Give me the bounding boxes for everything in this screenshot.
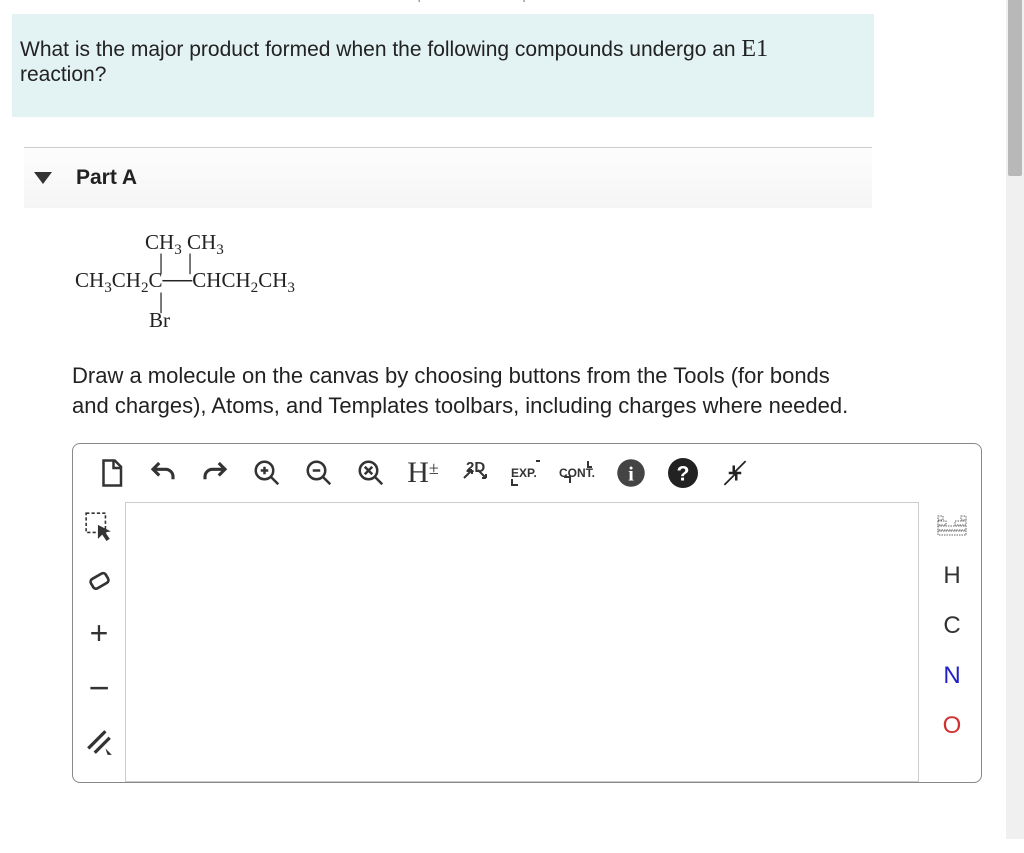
review-link[interactable]: Review [349,0,405,2]
editor-toolbar-top: H± 2D EXP. CONT. i [73,444,981,502]
charge-plus-button[interactable]: + [77,612,121,656]
atom-o-button[interactable]: O [930,704,974,748]
svg-text:i: i [628,463,634,485]
undo-button[interactable] [143,453,183,493]
instructions: Draw a molecule on the canvas by choosin… [72,361,862,420]
zoom-reset-button[interactable] [351,453,391,493]
page-scrollbar[interactable] [1006,0,1024,839]
separator: | [522,0,526,2]
molecule-structure: CH3 CH3 │ │ CH3CH2C──CHCH2CH3 │ Br [75,232,994,331]
atoms-toolbar: H C N O [923,502,981,782]
molecule-editor: H± 2D EXP. CONT. i [72,443,982,783]
top-nav: Review | Constants | Periodic Table [0,0,994,2]
atom-h-button[interactable]: H [930,554,974,598]
zoom-out-button[interactable] [299,453,339,493]
new-document-button[interactable] [91,453,131,493]
info-button[interactable]: i [611,453,651,493]
svg-text:?: ? [677,461,690,485]
bond-button[interactable] [77,720,121,764]
question-text-end: reaction? [20,63,106,86]
part-a-header[interactable]: Part A [24,147,872,208]
fullscreen-button[interactable] [715,453,755,493]
atom-n-button[interactable]: N [930,654,974,698]
part-label: Part A [76,166,137,190]
periodic-table-button[interactable] [930,504,974,548]
constants-link[interactable]: Constants [433,0,510,2]
drawing-canvas[interactable] [125,502,919,782]
question-prompt: What is the major product formed when th… [12,14,874,117]
redo-button[interactable] [195,453,235,493]
hydrogen-toggle-button[interactable]: H± [403,453,443,493]
marquee-select-button[interactable] [77,504,121,548]
zoom-in-button[interactable] [247,453,287,493]
collapse-icon [34,172,52,184]
erase-button[interactable] [77,558,121,602]
separator: | [417,0,421,2]
question-math: E1 [741,36,768,62]
scrollbar-thumb[interactable] [1008,0,1022,176]
tools-toolbar: + − [73,502,125,782]
periodic-table-link[interactable]: Periodic Table [538,0,644,2]
atom-c-button[interactable]: C [930,604,974,648]
help-button[interactable]: ? [663,453,703,493]
charge-minus-button[interactable]: − [77,666,121,710]
contract-button[interactable]: CONT. [559,453,599,493]
expand-button[interactable]: EXP. [507,453,547,493]
question-text: What is the major product formed when th… [20,38,741,61]
2d-view-button[interactable]: 2D [455,453,495,493]
